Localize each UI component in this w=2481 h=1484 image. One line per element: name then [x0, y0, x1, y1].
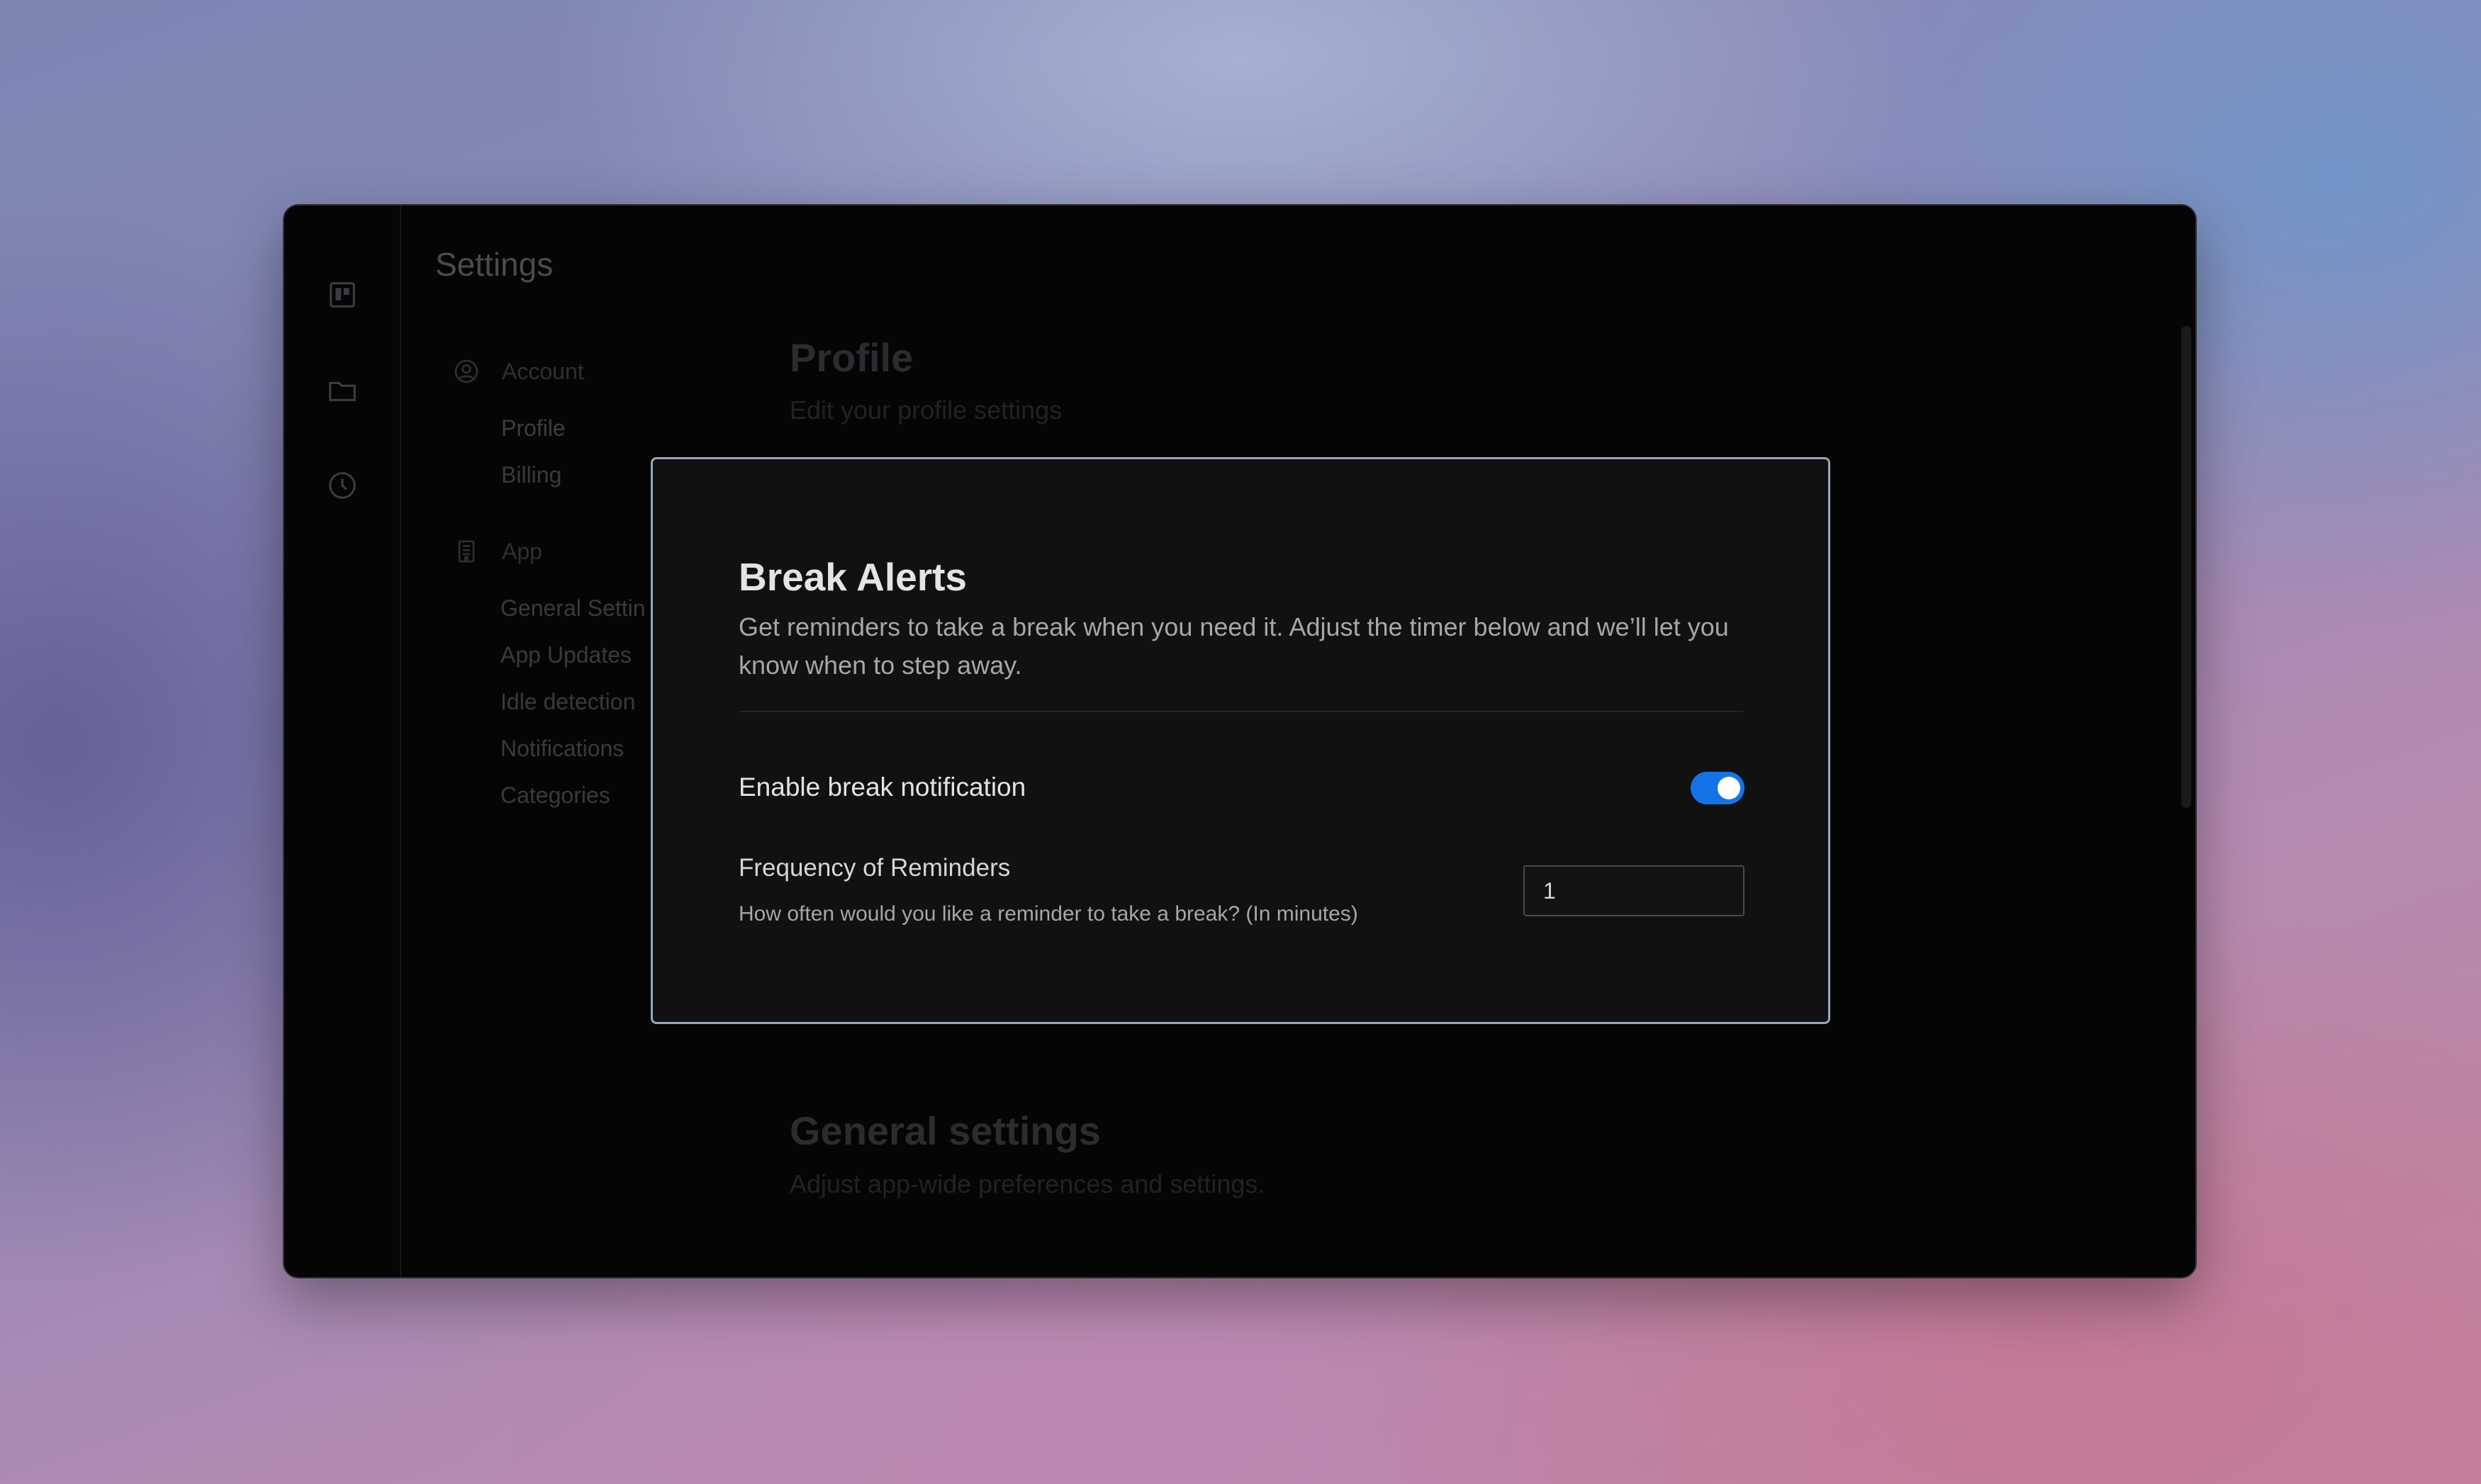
nav-item-app-updates[interactable]: App Updates	[500, 642, 632, 668]
rail-board-button[interactable]	[320, 272, 365, 317]
nav-group-account[interactable]: Account	[452, 357, 584, 386]
nav-group-app[interactable]: App	[452, 537, 542, 566]
modal-description: Get reminders to take a break when you n…	[739, 612, 1729, 680]
break-alerts-modal: Break Alerts Get reminders to take a bre…	[651, 457, 1830, 1024]
clock-icon	[328, 472, 356, 499]
nav-item-profile[interactable]: Profile	[501, 415, 566, 442]
nav-item-categories[interactable]: Categories	[500, 782, 610, 809]
enable-break-notification-toggle[interactable]	[1691, 772, 1744, 804]
general-section-subtitle: Adjust app-wide preferences and settings…	[790, 1169, 1265, 1198]
modal-title: Break Alerts	[739, 555, 968, 599]
scrollbar[interactable]	[2181, 326, 2191, 808]
rail-folder-button[interactable]	[320, 368, 365, 413]
frequency-help-text: How often would you like a reminder to t…	[739, 902, 1358, 926]
nav-group-account-label: Account	[502, 358, 584, 384]
nav-item-general-settings[interactable]: General Settin	[500, 595, 646, 622]
enable-break-notification-label: Enable break notification	[739, 772, 1026, 802]
user-circle-icon	[454, 359, 478, 383]
profile-section-subtitle: Edit your profile settings	[790, 395, 1063, 425]
rail-clock-button[interactable]	[320, 463, 365, 508]
nav-item-billing[interactable]: Billing	[501, 462, 561, 488]
divider	[739, 711, 1743, 712]
frequency-label: Frequency of Reminders	[739, 854, 1011, 882]
toggle-knob	[1718, 777, 1740, 799]
general-section-title: General settings	[790, 1108, 1101, 1153]
page-title: Settings	[435, 246, 554, 283]
nav-group-app-label: App	[502, 538, 542, 564]
nav-item-notifications[interactable]: Notifications	[500, 736, 624, 762]
building-icon	[458, 540, 475, 563]
nav-item-idle-detection[interactable]: Idle detection	[500, 689, 635, 715]
profile-section-title: Profile	[790, 335, 914, 380]
frequency-input[interactable]	[1523, 865, 1744, 916]
kanban-board-icon	[329, 282, 355, 308]
icon-rail	[284, 206, 401, 1277]
folder-icon	[328, 381, 356, 401]
